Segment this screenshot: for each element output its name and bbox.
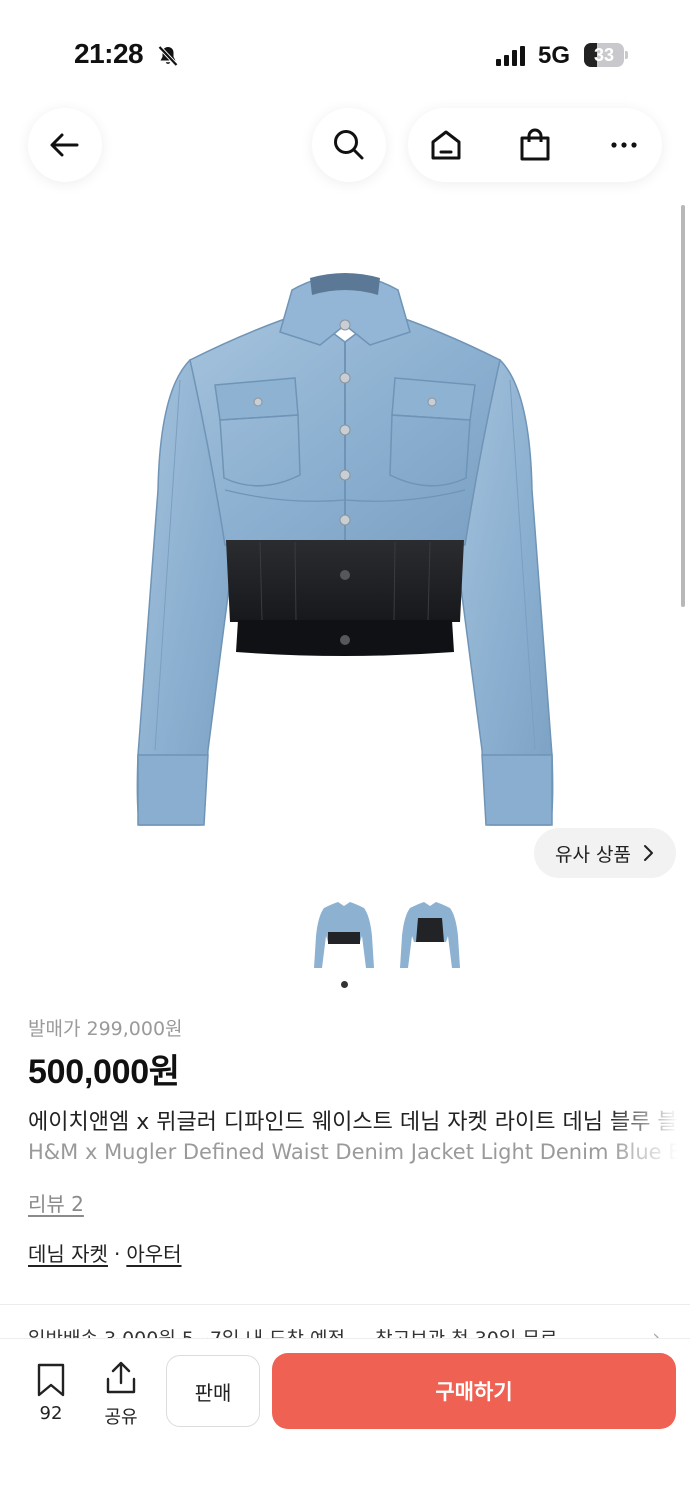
similar-products-button[interactable]: 유사 상품 (534, 828, 676, 878)
bookmark-button[interactable]: 92 (28, 1363, 74, 1427)
bottom-action-bar: 92 공유 판매 구매하기 (0, 1338, 690, 1500)
price: 500,000원 (28, 1053, 180, 1091)
network-type: 5G (538, 42, 571, 69)
more-horizontal-icon (611, 142, 637, 148)
cart-button[interactable] (515, 125, 555, 165)
sell-button[interactable]: 판매 (166, 1355, 260, 1427)
category-separator: · (113, 1242, 121, 1266)
thumbnail-strip (312, 896, 472, 976)
search-icon (334, 130, 364, 160)
bell-off-icon (158, 45, 178, 67)
thumbnail-back[interactable] (398, 896, 462, 976)
home-button[interactable] (426, 125, 466, 165)
shopping-bag-icon (520, 128, 550, 161)
battery-level: 33 (593, 45, 615, 65)
bookmark-count: 92 (39, 1403, 63, 1424)
arrow-left-icon (50, 133, 79, 157)
product-image[interactable] (120, 250, 570, 840)
nav-action-group (408, 108, 662, 182)
share-label: 공유 (104, 1407, 138, 1428)
search-button[interactable] (312, 108, 386, 182)
review-link[interactable]: 리뷰 2 (28, 1188, 84, 1217)
buy-button[interactable]: 구매하기 (272, 1353, 676, 1429)
image-page-indicator (341, 981, 348, 988)
share-button[interactable]: 공유 (98, 1361, 144, 1428)
product-name-en: H&M x Mugler Defined Waist Denim Jacket … (28, 1140, 690, 1164)
back-button[interactable] (28, 108, 102, 182)
category-links: 데님 자켓 · 아우터 (28, 1238, 182, 1267)
battery-icon: 33 (584, 43, 628, 67)
status-bar: 21:28 5G 33 (0, 0, 690, 110)
signal-icon (496, 46, 525, 66)
similar-products-label: 유사 상품 (555, 843, 631, 866)
chevron-right-icon (643, 845, 653, 861)
bookmark-icon (37, 1363, 65, 1397)
category-denim-jacket[interactable]: 데님 자켓 (28, 1242, 108, 1266)
product-name-ko: 에이치앤엠 x 뮈글러 디파인드 웨이스트 데님 자켓 라이트 데님 블루 블랙 (28, 1110, 690, 1135)
more-button[interactable] (604, 125, 644, 165)
scrollbar[interactable] (681, 205, 685, 607)
share-icon (106, 1361, 136, 1394)
release-price: 발매가 299,000원 (28, 1018, 183, 1040)
divider (0, 1304, 690, 1305)
home-icon (431, 130, 461, 160)
status-time: 21:28 (74, 38, 144, 69)
category-outer[interactable]: 아우터 (126, 1242, 181, 1266)
thumbnail-front[interactable] (312, 896, 376, 976)
